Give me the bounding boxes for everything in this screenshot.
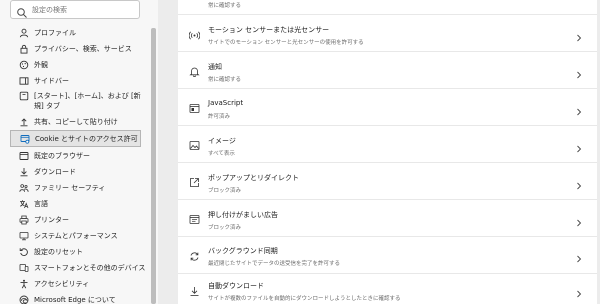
sidebar-item-profile[interactable]: プロファイル — [10, 24, 141, 41]
chevron-right-icon — [575, 212, 583, 227]
chevron-right-icon — [575, 283, 583, 298]
search-box[interactable] — [10, 0, 140, 19]
search-icon — [16, 4, 28, 18]
site-permissions-panel: 常に確認する モーション センサーまたは光センサー サイトでのモーション センサ… — [178, 0, 597, 304]
search-input[interactable] — [32, 5, 132, 14]
sidebar-item-accessibility[interactable]: アクセシビリティ — [10, 275, 141, 292]
previous-row-subtitle: 常に確認する — [208, 3, 242, 9]
row-title: バックグラウンド同期 — [208, 247, 278, 255]
sidebar-item-label: プライバシー、検索、サービス — [34, 44, 132, 53]
row-title: JavaScript — [208, 99, 244, 107]
reset-icon — [19, 247, 29, 257]
sidebar-item-privacy[interactable]: プライバシー、検索、サービス — [10, 40, 141, 57]
row-title: 押し付けがましい広告 — [208, 211, 278, 219]
lock-icon — [19, 44, 29, 54]
permission-row-intrusive-ads[interactable]: 押し付けがましい広告 ブロック済み — [178, 199, 597, 236]
sidebar-item-label: アクセシビリティ — [34, 279, 90, 288]
sidebar-item-start-home-newtab[interactable]: [スタート]、[ホーム]、および [新規] タブ — [10, 88, 141, 112]
row-subtitle: サイトでのモーション センサーと光センサーの使用を許可する — [208, 40, 364, 46]
printer-icon — [19, 215, 29, 225]
accessibility-icon — [19, 279, 29, 289]
permission-row-javascript[interactable]: JavaScript 許可済み — [178, 88, 597, 125]
chevron-right-icon — [575, 138, 583, 153]
permission-row-images[interactable]: イメージ すべて表示 — [178, 125, 597, 162]
ads-icon — [189, 210, 200, 224]
row-subtitle: すべて表示 — [208, 151, 235, 157]
sidebar-item-label: スマートフォンとその他のデバイス — [34, 263, 146, 272]
share-icon — [19, 117, 29, 127]
row-title: 自動ダウンロード — [208, 282, 264, 290]
permission-row-notifications[interactable]: 通知 常に確認する — [178, 51, 597, 88]
row-title: イメージ — [208, 137, 236, 145]
sidebar-item-languages[interactable]: 言語 — [10, 195, 141, 212]
sidebar-item-sidebar[interactable]: サイドバー — [10, 72, 141, 89]
sidebar-item-downloads[interactable]: ダウンロード — [10, 163, 141, 180]
edge-icon — [19, 295, 29, 304]
javascript-icon — [189, 99, 200, 113]
sidebar-item-phone-devices[interactable]: スマートフォンとその他のデバイス — [10, 259, 145, 276]
row-subtitle: 最近閉じたサイトでデータの送受信を完了を許可する — [208, 261, 341, 267]
row-title: 通知 — [208, 63, 222, 71]
motion-sensor-icon — [188, 26, 201, 40]
sidebar-item-label: 外観 — [34, 60, 48, 69]
permission-row-automatic-downloads[interactable]: 自動ダウンロード サイトが複数のファイルを自動的にダウンロードしようとしたときに… — [178, 273, 597, 304]
row-subtitle: 常に確認する — [208, 77, 242, 83]
sidebar-item-about-edge[interactable]: Microsoft Edge について — [10, 291, 141, 304]
sidebar-item-label: ファミリー セーフティ — [34, 183, 106, 192]
permission-row-popups-redirects[interactable]: ポップアップとリダイレクト ブロック済み — [178, 162, 597, 199]
appearance-icon — [19, 60, 29, 70]
system-icon — [19, 231, 29, 241]
row-title: モーション センサーまたは光センサー — [208, 26, 330, 34]
sidebar-item-label: 設定のリセット — [34, 247, 83, 256]
sidebar-scrollbar[interactable] — [151, 28, 156, 304]
download-icon — [19, 167, 29, 177]
phone-icon — [19, 263, 29, 273]
sidebar-item-label: プロファイル — [34, 28, 76, 37]
sync-icon — [189, 247, 200, 261]
row-subtitle: 許可済み — [208, 114, 231, 120]
sidebar-item-family-safety[interactable]: ファミリー セーフティ — [10, 179, 141, 196]
sidebar-item-reset-settings[interactable]: 設定のリセット — [10, 243, 141, 260]
popup-icon — [189, 173, 200, 187]
browser-icon — [19, 151, 29, 161]
settings-sidebar: プロファイル プライバシー、検索、サービス 外観 サイドバー [スタート]、[ホ… — [0, 0, 158, 304]
sidebar-item-label: 既定のブラウザー — [34, 151, 90, 160]
sidebar-item-printers[interactable]: プリンター — [10, 211, 141, 228]
image-icon — [189, 136, 200, 150]
sidebar-item-label: ダウンロード — [34, 167, 76, 176]
family-icon — [19, 183, 29, 193]
auto-download-icon — [189, 282, 200, 297]
sidebar-item-label: Microsoft Edge について — [34, 295, 116, 304]
chevron-right-icon — [575, 27, 583, 42]
bell-icon — [189, 62, 200, 78]
sidebar-item-default-browser[interactable]: 既定のブラウザー — [10, 147, 141, 164]
chevron-right-icon — [575, 64, 583, 79]
cookie-icon — [20, 134, 30, 144]
sidebar-item-label: 言語 — [34, 199, 48, 208]
home-icon — [19, 91, 29, 101]
row-subtitle: サイトが複数のファイルを自動的にダウンロードしようとしたときに確認する — [208, 296, 401, 302]
row-subtitle: ブロック済み — [208, 188, 242, 194]
language-icon — [19, 199, 29, 209]
sidebar-item-label: Cookie とサイトのアクセス許可 — [35, 134, 138, 143]
sidebar-icon — [19, 76, 29, 86]
sidebar-item-label: サイドバー — [34, 76, 69, 85]
chevron-right-icon — [575, 175, 583, 190]
chevron-right-icon — [575, 101, 583, 116]
row-subtitle: ブロック済み — [208, 225, 242, 231]
sidebar-item-cookies-site-permissions[interactable]: Cookie とサイトのアクセス許可 — [10, 130, 141, 147]
chevron-right-icon — [575, 248, 583, 263]
sidebar-item-system-performance[interactable]: システムとパフォーマンス — [10, 227, 141, 244]
permission-row-background-sync[interactable]: バックグラウンド同期 最近閉じたサイトでデータの送受信を完了を許可する — [178, 236, 597, 273]
permission-row-motion-sensors[interactable]: モーション センサーまたは光センサー サイトでのモーション センサーと光センサー… — [178, 14, 597, 51]
sidebar-item-label: システムとパフォーマンス — [34, 231, 118, 240]
sidebar-item-label: [スタート]、[ホーム]、および [新規] タブ — [34, 92, 141, 110]
sidebar-item-share-copy-paste[interactable]: 共有、コピーして貼り付け — [10, 113, 141, 130]
sidebar-item-label: 共有、コピーして貼り付け — [34, 117, 118, 126]
sidebar-item-appearance[interactable]: 外観 — [10, 56, 141, 73]
row-title: ポップアップとリダイレクト — [208, 174, 299, 182]
sidebar-item-label: プリンター — [34, 215, 69, 224]
profile-icon — [19, 28, 29, 38]
